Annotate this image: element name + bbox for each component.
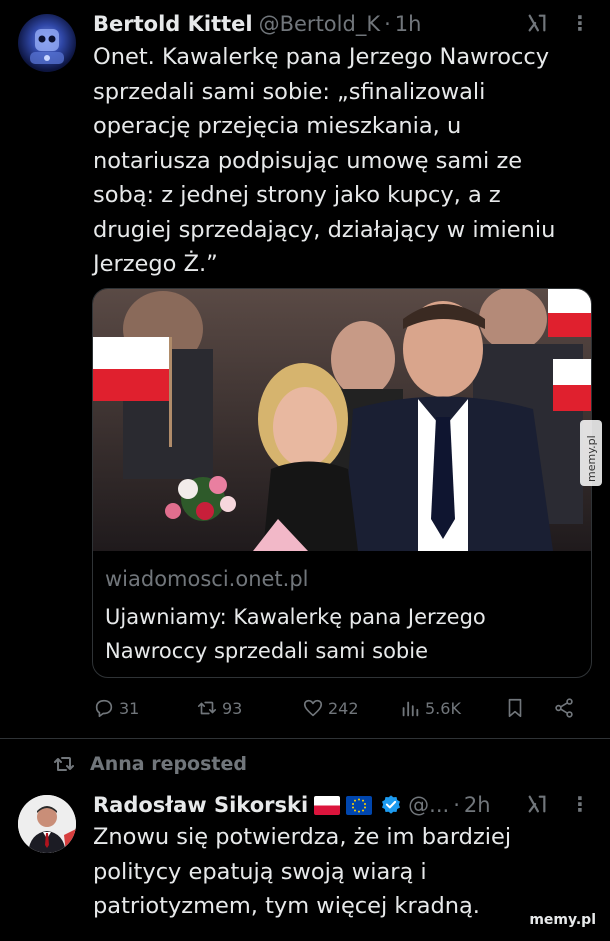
avatar[interactable] xyxy=(18,795,76,853)
like-count: 242 xyxy=(328,698,359,718)
tweet-text: Onet. Kawalerkę pana Jerzego Nawroccy sp… xyxy=(93,44,556,277)
separator-dot: · xyxy=(384,12,391,36)
repost-icon xyxy=(197,701,217,715)
repost-icon xyxy=(54,757,74,771)
views-icon xyxy=(402,701,419,717)
verified-badge-icon xyxy=(382,795,401,814)
grok-icon[interactable] xyxy=(526,793,548,815)
poland-flag-icon xyxy=(314,795,341,815)
repost-indicator[interactable]: Anna reposted xyxy=(52,750,247,778)
views-count: 5.6K xyxy=(425,698,461,718)
avatar-robot-image xyxy=(30,29,64,64)
avatar[interactable] xyxy=(18,14,76,72)
bookmark-icon xyxy=(508,698,522,718)
bookmark-button[interactable] xyxy=(504,693,526,723)
tweet-bertold[interactable]: Bertold Kittel @Bertold_K · 1h ⋮ Onet. K… xyxy=(0,0,610,738)
share-icon xyxy=(555,698,573,718)
share-button[interactable] xyxy=(553,693,575,723)
card-title: Ujawniamy: Kawalerkę pana Jerzego Nawroc… xyxy=(105,605,486,663)
tweet-divider xyxy=(0,738,610,739)
reply-count: 31 xyxy=(119,698,140,718)
card-image xyxy=(93,289,591,551)
avatar-photo xyxy=(18,795,76,853)
side-watermark: memy.pl xyxy=(580,420,602,486)
repost-count: 93 xyxy=(222,698,243,718)
separator-dot: · xyxy=(453,793,460,817)
timestamp[interactable]: 1h xyxy=(395,12,422,36)
eu-flag-icon xyxy=(346,795,373,815)
tweet-text: Znowu się potwierdza, że im bardziej pol… xyxy=(93,824,512,919)
views-button[interactable]: 5.6K xyxy=(399,693,461,723)
like-button[interactable]: 242 xyxy=(302,693,359,723)
reply-button[interactable]: 31 xyxy=(93,693,139,723)
more-icon[interactable]: ⋮ xyxy=(570,794,590,814)
grok-icon[interactable] xyxy=(526,12,548,34)
repost-button[interactable]: 93 xyxy=(196,693,242,723)
author-handle[interactable]: @Bertold_K xyxy=(259,12,380,36)
tweet-header: Bertold Kittel @Bertold_K · 1h ⋮ xyxy=(93,8,590,40)
timestamp[interactable]: 2h xyxy=(464,793,491,817)
repost-label: Anna reposted xyxy=(90,753,247,775)
reply-icon xyxy=(95,699,113,718)
like-icon xyxy=(303,699,323,717)
side-watermark-text: memy.pl xyxy=(585,435,598,482)
tweet-header: Radosław Sikorski @... · 2h ⋮ xyxy=(93,789,590,821)
author-name[interactable]: Radosław Sikorski xyxy=(93,793,308,817)
author-handle[interactable]: @... xyxy=(408,793,449,817)
card-domain: wiadomosci.onet.pl xyxy=(105,567,309,591)
link-card[interactable]: wiadomosci.onet.pl Ujawniamy: Kawalerkę … xyxy=(92,288,592,678)
more-icon[interactable]: ⋮ xyxy=(570,13,590,33)
author-name[interactable]: Bertold Kittel xyxy=(93,12,253,36)
action-bar: 31 93 242 5.6K xyxy=(93,693,588,723)
watermark: memy.pl xyxy=(529,912,596,928)
